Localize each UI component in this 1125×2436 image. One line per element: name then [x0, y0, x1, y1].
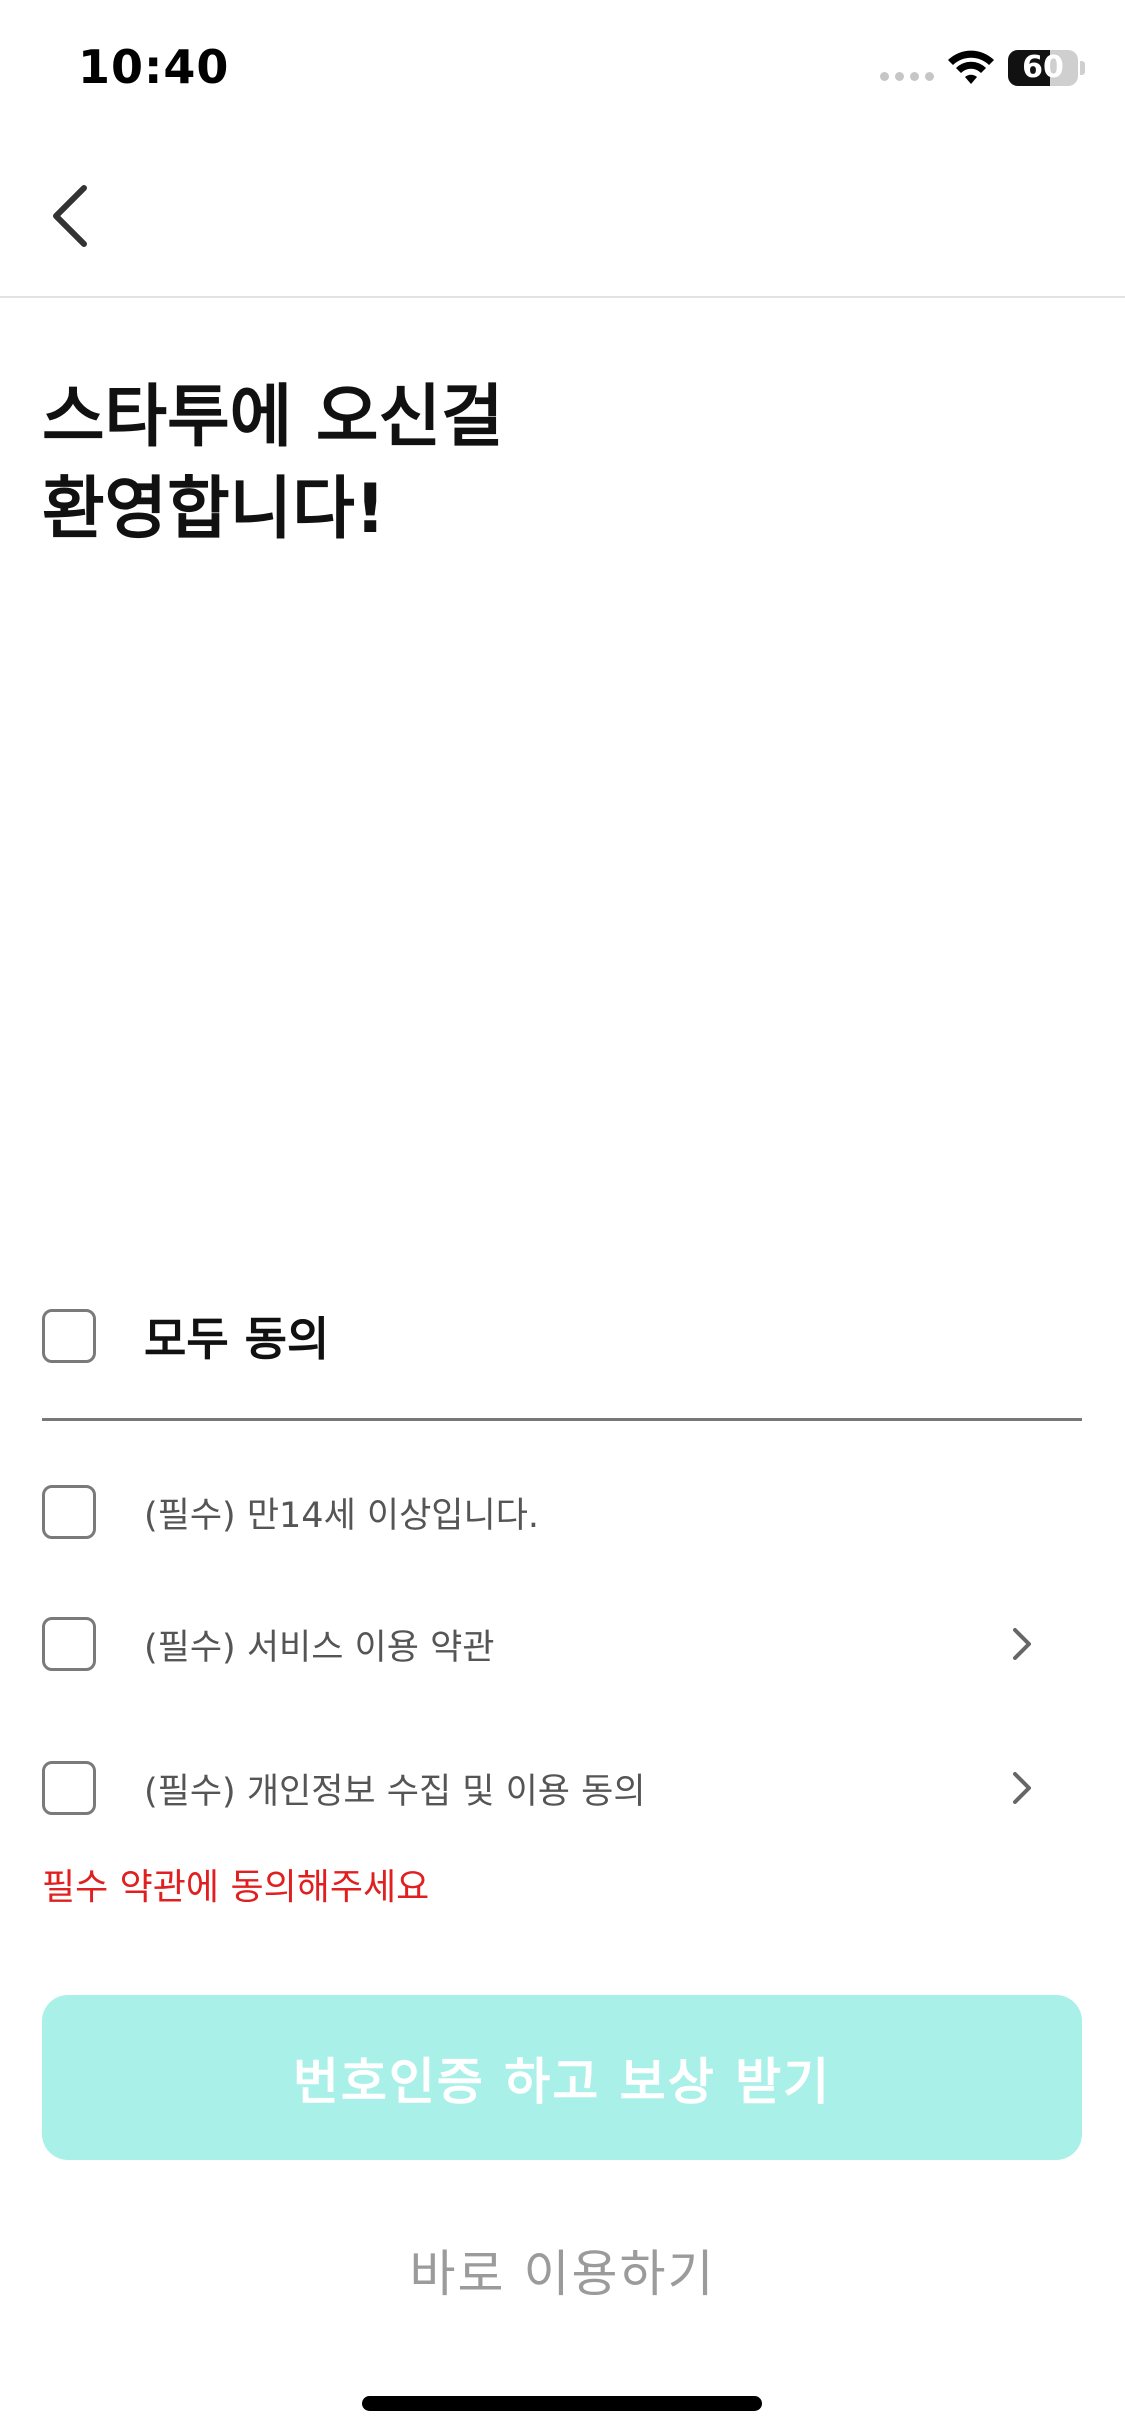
agree-all-row[interactable]: 모두 동의	[42, 1300, 1082, 1372]
cellular-signal-icon	[880, 72, 934, 81]
home-indicator[interactable]	[362, 2396, 762, 2411]
battery-percentage: 60	[1022, 50, 1064, 85]
term-privacy-label: (필수) 개인정보 수집 및 이용 동의	[144, 1771, 646, 1812]
term-age-label: (필수) 만14세 이상입니다.	[144, 1495, 540, 1536]
term-row-privacy[interactable]: (필수) 개인정보 수집 및 이용 동의	[42, 1758, 1082, 1818]
verify-phone-button[interactable]: 번호인증 하고 보상 받기	[42, 1995, 1082, 2160]
chevron-right-icon[interactable]	[1002, 1624, 1042, 1664]
term-age-checkbox[interactable]	[42, 1485, 96, 1539]
back-button[interactable]	[30, 176, 110, 256]
use-now-button[interactable]: 바로 이용하기	[300, 2230, 825, 2310]
term-row-service[interactable]: (필수) 서비스 이용 약관	[42, 1614, 1082, 1674]
chevron-right-icon[interactable]	[1002, 1768, 1042, 1808]
agree-all-checkbox[interactable]	[42, 1309, 96, 1363]
terms-error-message: 필수 약관에 동의해주세요	[42, 1867, 430, 1908]
wifi-icon	[948, 50, 994, 84]
agree-all-label: 모두 동의	[144, 1312, 330, 1366]
term-service-label: (필수) 서비스 이용 약관	[144, 1627, 495, 1668]
status-time: 10:40	[78, 40, 230, 94]
page-title: 스타투에 오신걸 환영합니다!	[42, 378, 504, 549]
verify-phone-button-label: 번호인증 하고 보상 받기	[292, 2052, 832, 2111]
divider	[42, 1418, 1082, 1421]
term-privacy-checkbox[interactable]	[42, 1761, 96, 1815]
term-service-checkbox[interactable]	[42, 1617, 96, 1671]
status-bar: 10:40 60	[0, 0, 1125, 140]
battery-tip	[1080, 61, 1085, 75]
battery-icon: 60	[1008, 50, 1078, 86]
chevron-left-icon	[53, 185, 87, 247]
use-now-button-label: 바로 이용하기	[409, 2245, 716, 2303]
navigation-bar	[0, 140, 1125, 298]
term-row-age[interactable]: (필수) 만14세 이상입니다.	[42, 1482, 1082, 1542]
